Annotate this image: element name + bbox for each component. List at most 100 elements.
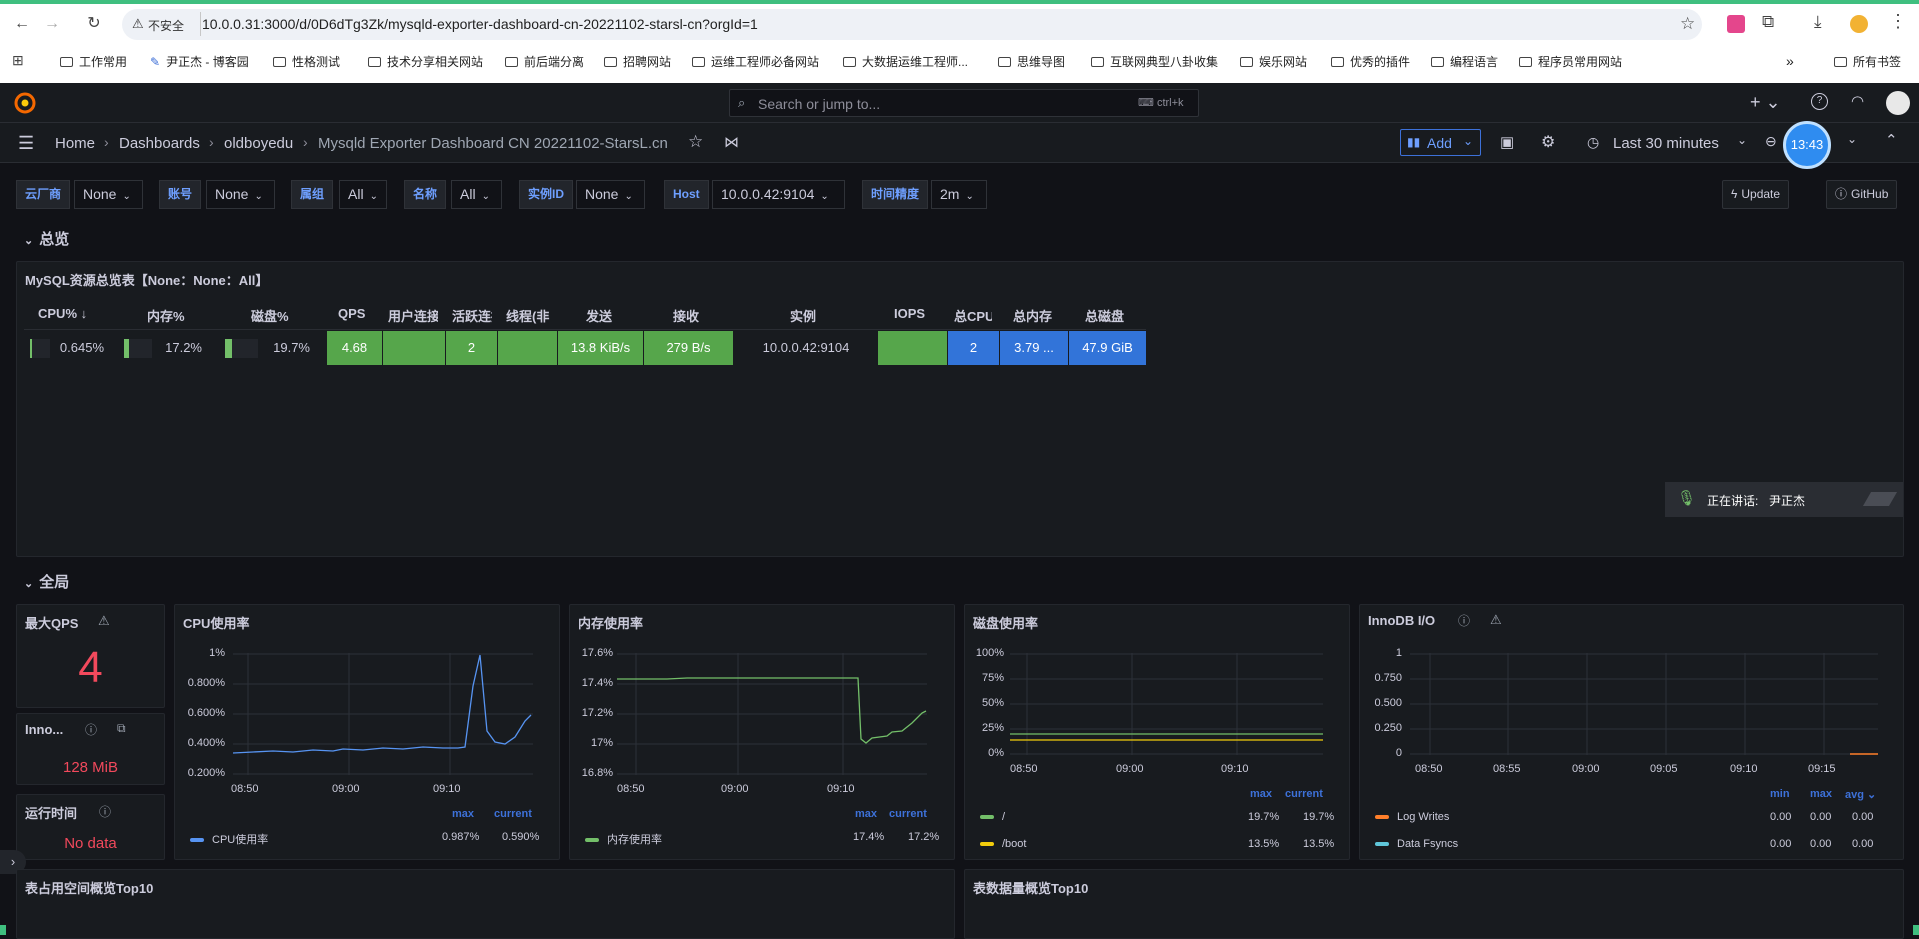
row-global-header[interactable]: ⌄ 全局 xyxy=(24,571,69,592)
refresh-chevron-icon[interactable]: ⌄ xyxy=(1847,132,1857,146)
grafana-topbar: ⌕ Search or jump to... ⌨ ctrl+k + ⌄ ? ◠ xyxy=(0,83,1919,123)
var-select-account[interactable]: None ⌄ xyxy=(206,180,275,209)
add-button[interactable]: ▮▮ Add ⌄ xyxy=(1400,129,1481,156)
extensions-icon[interactable]: ⧉ xyxy=(1762,12,1774,32)
col-header-instance[interactable]: 实例 xyxy=(790,306,830,325)
legend-header[interactable]: current xyxy=(1285,788,1323,800)
var-select-cloud[interactable]: None ⌄ xyxy=(74,180,143,209)
legend-header[interactable]: max xyxy=(855,808,877,820)
var-select-instance-id[interactable]: None ⌄ xyxy=(576,180,645,209)
bookmark-item[interactable]: 运维工程师必备网站 xyxy=(692,53,819,70)
col-header-total-cpu[interactable]: 总CPU xyxy=(954,306,992,325)
new-plus-icon[interactable]: + ⌄ xyxy=(1750,92,1781,113)
external-link-icon[interactable]: ⧉ xyxy=(117,721,126,736)
col-header-qps[interactable]: QPS xyxy=(338,306,378,321)
legend-header[interactable]: current xyxy=(494,808,532,820)
col-header-cpu[interactable]: CPU% ↓ xyxy=(38,306,108,321)
col-header-active[interactable]: 活跃连接 xyxy=(452,306,492,325)
var-select-name[interactable]: All ⌄ xyxy=(451,180,502,209)
forward-icon[interactable]: → xyxy=(40,12,64,36)
star-bookmark-icon[interactable]: ☆ xyxy=(1680,14,1695,34)
y-tick: 0 xyxy=(1395,747,1402,759)
legend-header[interactable]: min xyxy=(1770,788,1790,800)
y-tick: 0.250 xyxy=(1374,722,1402,734)
var-select-precision[interactable]: 2m ⌄ xyxy=(931,180,987,209)
bookmark-item[interactable]: ✎ 尹正杰 - 博客园 xyxy=(150,53,249,70)
bookmark-item[interactable]: 编程语言 xyxy=(1431,53,1498,70)
legend-header[interactable]: max xyxy=(1250,788,1272,800)
search-placeholder: Search or jump to... xyxy=(758,96,881,112)
bookmark-item[interactable]: 性格测试 xyxy=(273,53,340,70)
menu-kebab-icon[interactable]: ⋮ xyxy=(1889,11,1907,32)
update-link[interactable]: ϟ Update xyxy=(1722,180,1790,209)
menu-hamburger-icon[interactable]: ☰ xyxy=(18,133,34,154)
col-header-iops[interactable]: IOPS xyxy=(894,306,934,321)
legend-item[interactable]: /boot xyxy=(980,838,1026,850)
legend-value: 19.7% xyxy=(1248,811,1280,823)
help-icon[interactable]: ? xyxy=(1811,93,1828,110)
settings-gear-icon[interactable]: ⚙ xyxy=(1541,132,1555,152)
col-header-total-disk[interactable]: 总磁盘 xyxy=(1085,306,1135,325)
bookmark-item[interactable]: 娱乐网站 xyxy=(1240,53,1307,70)
profile-avatar-icon[interactable] xyxy=(1850,15,1868,33)
extension-translate-icon[interactable] xyxy=(1727,15,1745,33)
bookmark-item[interactable]: 优秀的插件 xyxy=(1331,53,1410,70)
bookmark-item[interactable]: 互联网典型八卦收集 xyxy=(1091,53,1218,70)
cell-active: 2 xyxy=(446,331,498,365)
y-tick: 17% xyxy=(590,737,613,749)
legend-header-sort[interactable]: avg ⌄ xyxy=(1845,788,1876,801)
save-icon[interactable]: ▣ xyxy=(1500,133,1514,151)
bookmarks-more[interactable]: » xyxy=(1786,53,1794,69)
url-text[interactable]: 10.0.0.31:3000/d/0D6dTg3Zk/mysqld-export… xyxy=(202,16,758,32)
bookmark-item[interactable]: 工作常用 xyxy=(60,53,127,70)
bookmark-item[interactable]: 招聘网站 xyxy=(604,53,671,70)
col-header-threads[interactable]: 线程(非 xyxy=(506,306,550,325)
apps-grid-icon[interactable]: ⊞ xyxy=(12,52,24,69)
legend-item[interactable]: Data Fsyncs xyxy=(1375,838,1458,850)
user-avatar[interactable] xyxy=(1886,91,1910,115)
legend-item[interactable]: Log Writes xyxy=(1375,811,1449,823)
legend-item[interactable]: / xyxy=(980,811,1005,823)
legend-header[interactable]: max xyxy=(452,808,474,820)
grafana-logo-icon[interactable] xyxy=(14,92,36,114)
row-overview-header[interactable]: ⌄ 总览 xyxy=(24,228,69,249)
col-header-total-mem[interactable]: 总内存 xyxy=(1013,306,1063,325)
share-icon[interactable]: ⋈ xyxy=(724,133,739,151)
news-rss-icon[interactable]: ◠ xyxy=(1851,92,1864,110)
legend-item[interactable]: CPU使用率 xyxy=(190,831,268,847)
back-icon[interactable]: ← xyxy=(10,12,34,36)
folder-icon xyxy=(1519,57,1532,67)
zoom-out-icon[interactable]: ⊖ xyxy=(1765,133,1777,150)
col-header-mem[interactable]: 内存% xyxy=(147,306,197,325)
collapse-up-icon[interactable]: ⌃ xyxy=(1885,131,1898,149)
download-icon[interactable]: ⤓ xyxy=(1814,12,1822,32)
col-header-send[interactable]: 发送 xyxy=(586,306,626,325)
address-bar[interactable]: ⚠ 不安全 10.0.0.31:3000/d/0D6dTg3Zk/mysqld-… xyxy=(122,9,1702,40)
bookmark-item[interactable]: 大数据运维工程师... xyxy=(843,53,968,70)
github-link[interactable]: ⓘ GitHub xyxy=(1826,180,1898,209)
legend-item[interactable]: 内存使用率 xyxy=(585,831,662,847)
search-input[interactable]: ⌕ Search or jump to... ⌨ ctrl+k xyxy=(729,89,1199,117)
col-header-disk[interactable]: 磁盘% xyxy=(251,306,301,325)
col-header-user-conn[interactable]: 用户连接 xyxy=(388,306,438,325)
time-range-picker[interactable]: ◷ Last 30 minutes ⌄ xyxy=(1587,129,1747,157)
bookmark-item[interactable]: 程序员常用网站 xyxy=(1519,53,1622,70)
bookmark-item[interactable]: 前后端分离 xyxy=(505,53,584,70)
cpu-series-line xyxy=(232,654,532,754)
legend-value: 13.5% xyxy=(1248,838,1280,850)
legend-header[interactable]: current xyxy=(889,808,927,820)
reload-icon[interactable]: ↻ xyxy=(82,12,106,36)
insecure-label: 不安全 xyxy=(148,19,185,33)
legend-header[interactable]: max xyxy=(1810,788,1832,800)
col-header-recv[interactable]: 接收 xyxy=(673,306,713,325)
bookmark-item[interactable]: 思维导图 xyxy=(998,53,1065,70)
breadcrumb-home[interactable]: Home xyxy=(55,135,95,152)
var-select-group[interactable]: All ⌄ xyxy=(339,180,387,209)
all-bookmarks[interactable]: 所有书签 xyxy=(1834,53,1901,70)
var-select-host[interactable]: 10.0.0.42:9104 ⌄ xyxy=(712,180,845,209)
breadcrumb-folder[interactable]: oldboyedu xyxy=(224,135,293,152)
breadcrumb-dashboards[interactable]: Dashboards xyxy=(119,135,200,152)
bookmark-item[interactable]: 技术分享相关网站 xyxy=(368,53,483,70)
star-favorite-icon[interactable]: ☆ xyxy=(688,132,703,152)
stat-value: 4 xyxy=(78,643,103,692)
